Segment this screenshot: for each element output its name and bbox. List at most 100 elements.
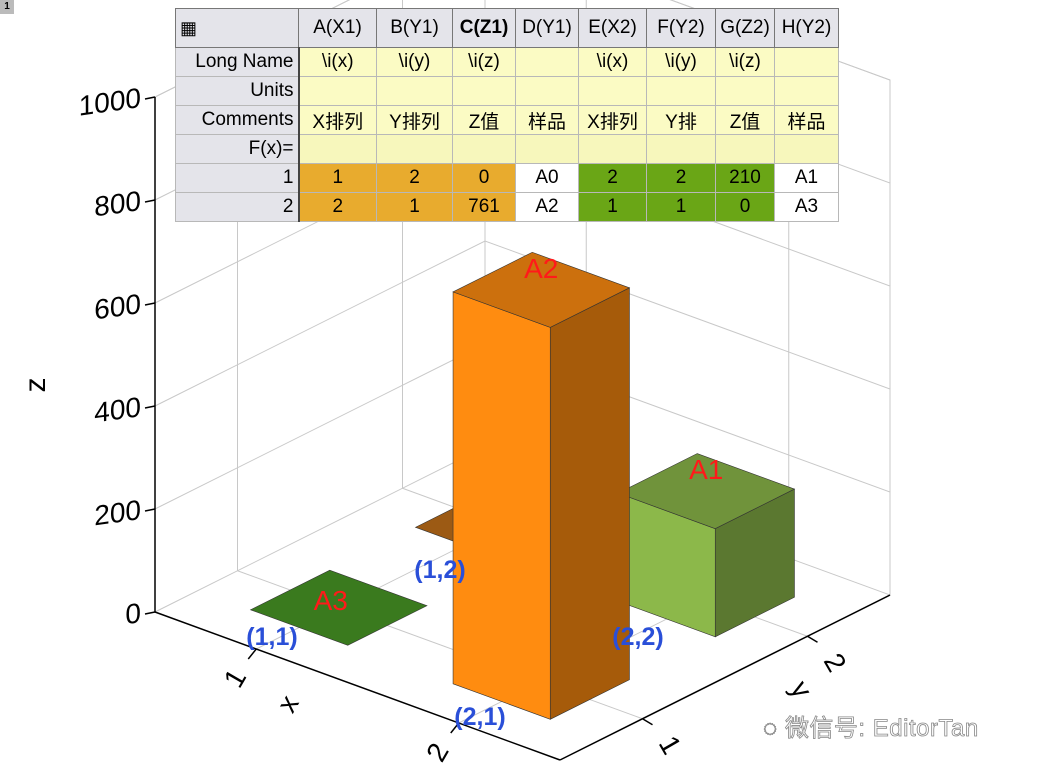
z-tick bbox=[144, 96, 156, 100]
column-header[interactable]: C(Z1) bbox=[452, 8, 516, 48]
page-number-badge: 1 bbox=[0, 0, 14, 14]
data-cell[interactable]: 210 bbox=[715, 163, 775, 193]
meta-cell[interactable] bbox=[646, 76, 716, 106]
data-cell[interactable]: 1 bbox=[578, 192, 647, 222]
data-cell[interactable]: 1 bbox=[376, 192, 453, 222]
position-tag: (1,1) bbox=[246, 623, 297, 651]
bar-A1: A1 bbox=[617, 453, 796, 638]
meta-row: Comments X排列 Y排列 Z值 样品 X排列 Y排 Z值 样品 bbox=[175, 105, 839, 135]
meta-cell[interactable]: \i(z) bbox=[715, 47, 775, 77]
y-tick-label: 1 bbox=[653, 731, 688, 760]
meta-cell[interactable] bbox=[298, 134, 377, 164]
column-header[interactable]: H(Y2) bbox=[774, 8, 839, 48]
data-cell[interactable]: 2 bbox=[578, 163, 647, 193]
data-cell[interactable]: 761 bbox=[452, 192, 516, 222]
column-header[interactable]: D(Y1) bbox=[515, 8, 579, 48]
z-tick-label: 800 bbox=[94, 185, 141, 222]
data-cell[interactable]: A3 bbox=[774, 192, 839, 222]
z-tick bbox=[144, 199, 156, 203]
meta-cell[interactable] bbox=[774, 76, 839, 106]
meta-cell[interactable]: \i(x) bbox=[578, 47, 647, 77]
meta-cell[interactable] bbox=[646, 134, 716, 164]
y-tick bbox=[642, 718, 653, 726]
meta-cell[interactable] bbox=[376, 134, 453, 164]
meta-cell[interactable]: 样品 bbox=[515, 105, 579, 135]
meta-cell[interactable]: X排列 bbox=[578, 105, 647, 135]
meta-cell[interactable] bbox=[515, 76, 579, 106]
row-label[interactable]: Units bbox=[175, 76, 300, 106]
meta-cell[interactable] bbox=[298, 76, 377, 106]
meta-cell[interactable]: \i(y) bbox=[646, 47, 716, 77]
x-axis-label: x bbox=[271, 690, 305, 718]
data-cell[interactable]: 1 bbox=[298, 163, 377, 193]
watermark: ◌ 微信号: EditorTan bbox=[763, 708, 979, 743]
column-header[interactable]: G(Z2) bbox=[715, 8, 775, 48]
data-cell[interactable]: A0 bbox=[515, 163, 579, 193]
meta-cell[interactable] bbox=[452, 134, 516, 164]
row-label[interactable]: Long Name bbox=[175, 47, 300, 77]
row-number[interactable]: 1 bbox=[175, 163, 300, 193]
meta-cell[interactable]: Z值 bbox=[452, 105, 516, 135]
column-header[interactable]: B(Y1) bbox=[376, 8, 453, 48]
meta-cell[interactable]: 样品 bbox=[774, 105, 839, 135]
data-cell[interactable]: A1 bbox=[774, 163, 839, 193]
position-tag: (2,2) bbox=[612, 623, 663, 651]
meta-cell[interactable] bbox=[452, 76, 516, 106]
z-tick-label: 0 bbox=[125, 597, 141, 630]
meta-cell[interactable] bbox=[578, 134, 647, 164]
z-tick bbox=[144, 611, 156, 615]
data-cell[interactable]: A2 bbox=[515, 192, 579, 222]
column-header[interactable]: E(X2) bbox=[578, 8, 647, 48]
z-tick-label: 200 bbox=[94, 494, 141, 531]
data-cell[interactable]: 1 bbox=[646, 192, 716, 222]
x-tick-label: 1 bbox=[218, 664, 253, 693]
meta-cell[interactable] bbox=[376, 76, 453, 106]
column-header[interactable]: A(X1) bbox=[298, 8, 377, 48]
z-tick-label: 400 bbox=[94, 391, 141, 428]
bar-side-face bbox=[549, 287, 630, 720]
z-tick bbox=[144, 302, 156, 306]
data-row: 1 1 2 0 A0 2 2 210 A1 bbox=[175, 163, 839, 193]
row-label[interactable]: Comments bbox=[175, 105, 300, 135]
z-tick bbox=[144, 508, 156, 512]
position-tag: (2,1) bbox=[454, 703, 505, 731]
column-header[interactable]: F(Y2) bbox=[646, 8, 716, 48]
meta-cell[interactable]: \i(z) bbox=[452, 47, 516, 77]
meta-cell[interactable] bbox=[578, 76, 647, 106]
meta-row: Units bbox=[175, 76, 839, 106]
meta-cell[interactable]: \i(y) bbox=[376, 47, 453, 77]
bar-label: A1 bbox=[689, 454, 723, 485]
meta-row: Long Name \i(x) \i(y) \i(z) \i(x) \i(y) \i(z) bbox=[175, 47, 839, 77]
watermark-text: 微信号: EditorTan bbox=[784, 715, 979, 743]
bar-A2: A2 bbox=[452, 251, 631, 720]
y-axis-label: y bbox=[784, 675, 818, 703]
z-tick-label: 600 bbox=[94, 288, 141, 325]
meta-cell[interactable]: \i(x) bbox=[298, 47, 377, 77]
z-tick-label: 1000 bbox=[79, 82, 141, 122]
meta-cell[interactable] bbox=[715, 76, 775, 106]
meta-cell[interactable] bbox=[515, 47, 579, 77]
sort-az-grid-icon[interactable]: ▦ bbox=[175, 8, 299, 48]
data-cell[interactable]: 2 bbox=[298, 192, 377, 222]
data-cell[interactable]: 0 bbox=[452, 163, 516, 193]
meta-cell[interactable]: Y排 bbox=[646, 105, 716, 135]
meta-cell[interactable]: Y排列 bbox=[376, 105, 453, 135]
meta-cell[interactable]: X排列 bbox=[298, 105, 377, 135]
meta-row: F(x)= bbox=[175, 134, 839, 164]
data-cell[interactable]: 2 bbox=[646, 163, 716, 193]
y-tick-label: 2 bbox=[818, 648, 853, 677]
meta-cell[interactable] bbox=[515, 134, 579, 164]
bar-label: A3 bbox=[314, 585, 348, 616]
z-tick bbox=[144, 405, 156, 409]
data-cell[interactable]: 2 bbox=[376, 163, 453, 193]
worksheet[interactable]: ▦ A(X1) B(Y1) C(Z1) D(Y1) E(X2) F(Y2) G(Z2) H(Y2… bbox=[175, 8, 839, 222]
row-label[interactable]: F(x)= bbox=[175, 134, 300, 164]
row-number[interactable]: 2 bbox=[175, 192, 300, 222]
meta-cell[interactable] bbox=[774, 134, 839, 164]
wechat-icon: ◌ bbox=[763, 715, 785, 743]
y-tick bbox=[807, 635, 818, 643]
meta-cell[interactable]: Z值 bbox=[715, 105, 775, 135]
data-cell[interactable]: 0 bbox=[715, 192, 775, 222]
meta-cell[interactable] bbox=[774, 47, 839, 77]
meta-cell[interactable] bbox=[715, 134, 775, 164]
